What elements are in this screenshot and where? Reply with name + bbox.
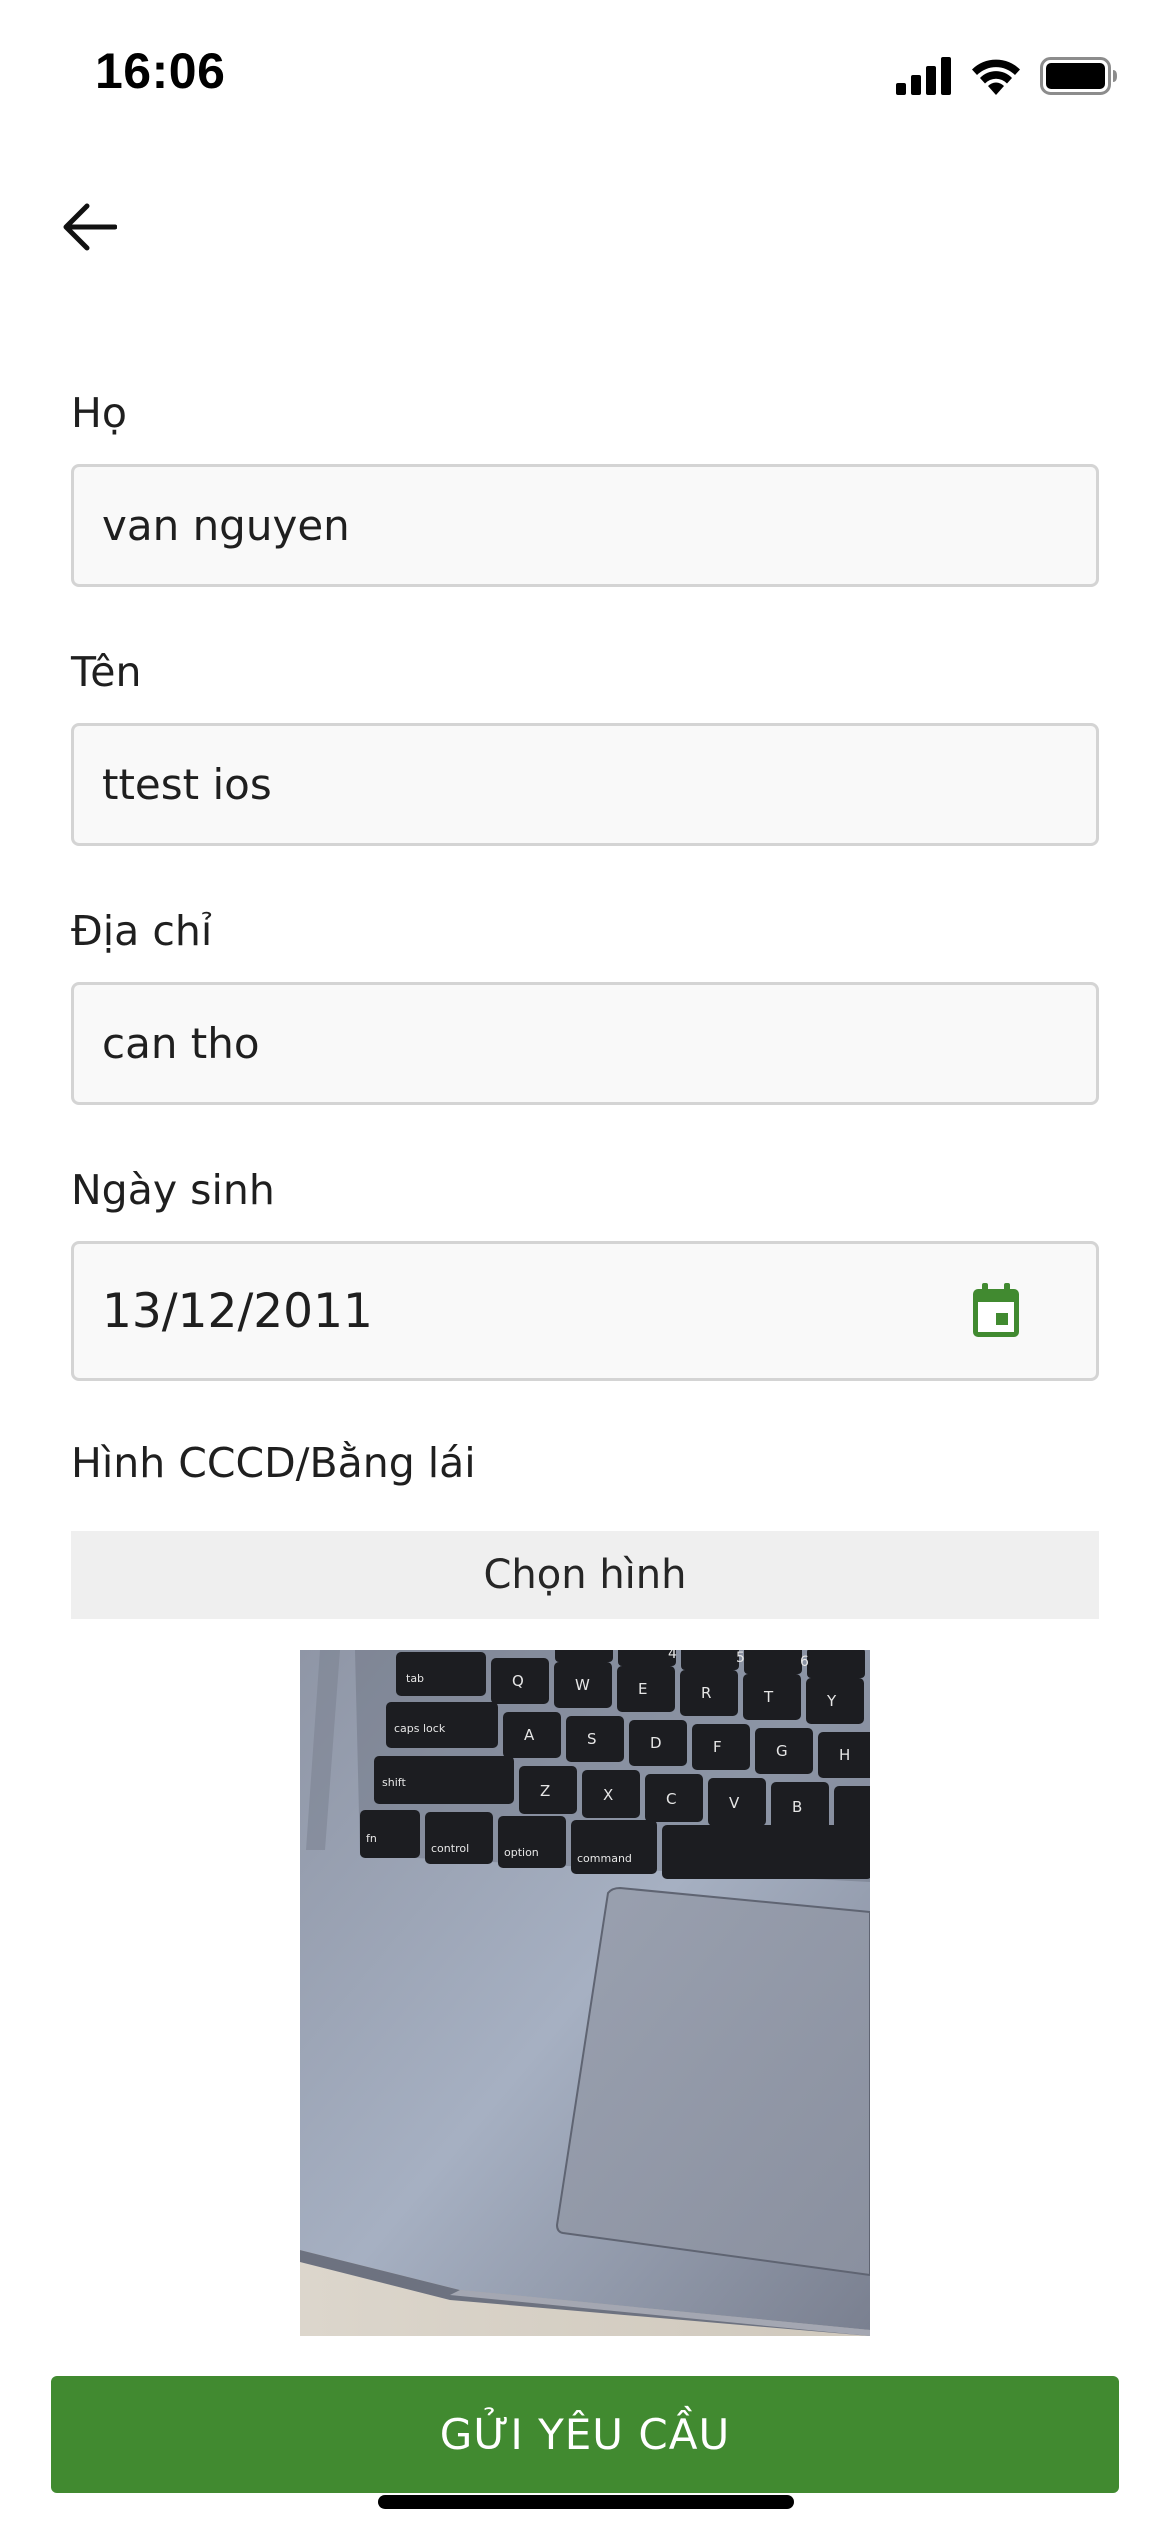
home-indicator <box>378 2495 794 2509</box>
svg-text:F: F <box>713 1738 722 1756</box>
svg-text:caps lock: caps lock <box>394 1722 446 1735</box>
svg-text:4: 4 <box>668 1650 677 1662</box>
svg-text:G: G <box>776 1742 788 1760</box>
first-name-label: Tên <box>71 648 142 696</box>
submit-request-button[interactable]: GỬI YÊU CẦU <box>51 2376 1119 2493</box>
svg-text:E: E <box>638 1680 647 1698</box>
svg-text:command: command <box>577 1852 632 1865</box>
birth-date-value: 13/12/2011 <box>102 1283 373 1339</box>
status-bar: 16:06 <box>0 0 1170 150</box>
last-name-field[interactable]: van nguyen <box>71 464 1099 587</box>
calendar-icon[interactable] <box>971 1283 1021 1339</box>
svg-text:6: 6 <box>800 1654 809 1670</box>
last-name-label: Họ <box>71 389 127 437</box>
address-label: Địa chỉ <box>71 907 213 955</box>
status-time: 16:06 <box>95 43 226 99</box>
svg-text:option: option <box>504 1846 539 1859</box>
svg-text:Q: Q <box>512 1672 524 1690</box>
choose-image-button[interactable]: Chọn hình <box>71 1531 1099 1619</box>
svg-text:X: X <box>603 1786 613 1804</box>
svg-text:R: R <box>701 1684 711 1702</box>
svg-text:H: H <box>839 1746 850 1764</box>
svg-text:Z: Z <box>540 1782 550 1800</box>
birth-date-field[interactable]: 13/12/2011 <box>71 1241 1099 1381</box>
laptop-photo: 4 5 6 tab Q W E R T Y caps lock A S D F … <box>300 1650 870 2336</box>
signal-icon <box>896 57 951 95</box>
status-icons <box>896 52 1118 100</box>
birth-date-label: Ngày sinh <box>71 1166 275 1214</box>
first-name-value: ttest ios <box>102 760 272 809</box>
svg-text:D: D <box>650 1734 662 1752</box>
svg-text:fn: fn <box>366 1832 377 1845</box>
svg-text:C: C <box>666 1790 676 1808</box>
svg-text:S: S <box>587 1730 597 1748</box>
battery-icon <box>1040 57 1117 95</box>
svg-text:shift: shift <box>382 1776 406 1789</box>
id-image-label: Hình CCCD/Bằng lái <box>71 1439 476 1487</box>
svg-text:V: V <box>729 1794 740 1812</box>
wifi-icon <box>972 59 1020 95</box>
svg-text:T: T <box>763 1688 774 1706</box>
svg-text:A: A <box>524 1726 535 1744</box>
id-image-preview: 4 5 6 tab Q W E R T Y caps lock A S D F … <box>300 1650 870 2336</box>
address-value: can tho <box>102 1019 260 1068</box>
last-name-value: van nguyen <box>102 501 350 550</box>
address-field[interactable]: can tho <box>71 982 1099 1105</box>
svg-text:B: B <box>792 1798 802 1816</box>
svg-text:W: W <box>575 1676 590 1694</box>
svg-text:tab: tab <box>406 1672 424 1685</box>
svg-text:5: 5 <box>736 1650 745 1666</box>
first-name-field[interactable]: ttest ios <box>71 723 1099 846</box>
svg-text:control: control <box>431 1842 469 1855</box>
back-button[interactable] <box>52 190 126 264</box>
arrow-left-icon <box>63 203 117 251</box>
svg-text:Y: Y <box>826 1692 837 1710</box>
